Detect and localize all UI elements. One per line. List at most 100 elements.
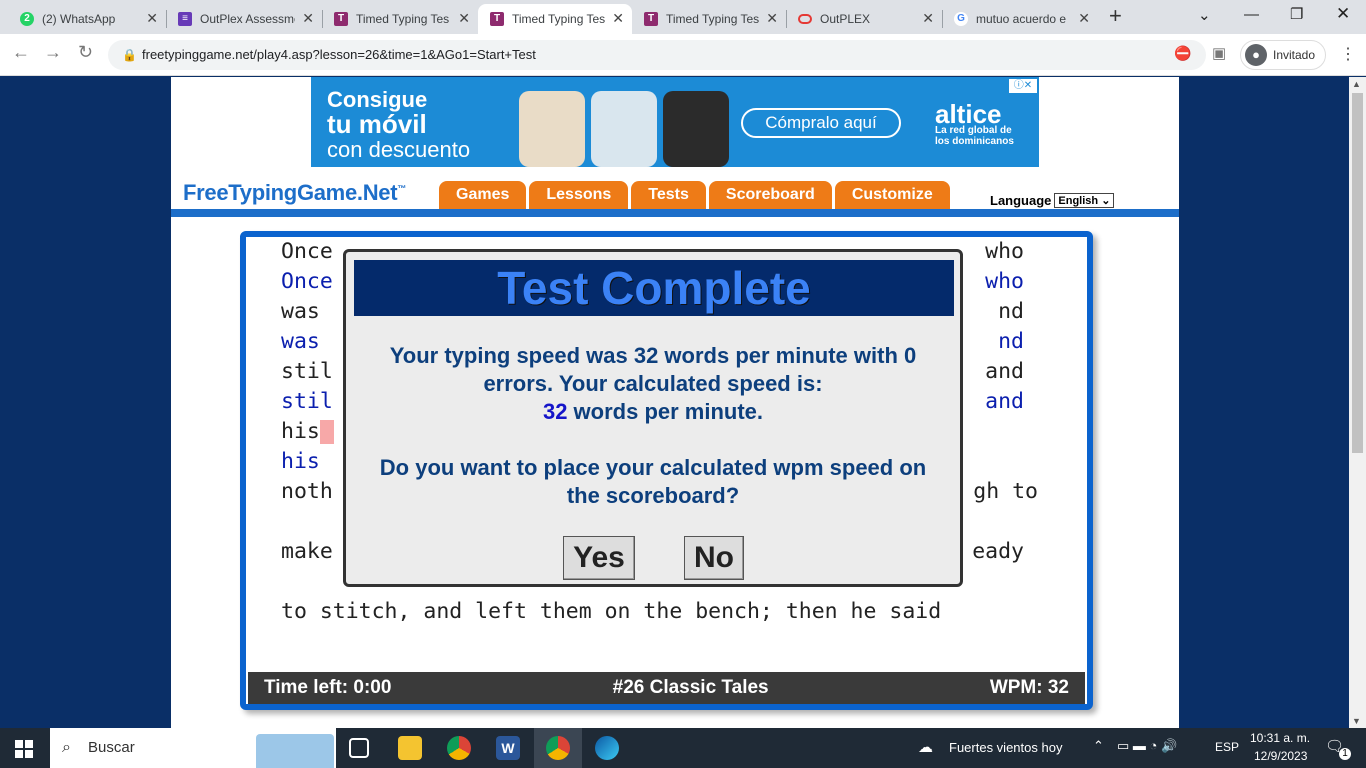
scroll-down-icon[interactable]: ▼ xyxy=(1352,716,1361,726)
whatsapp-icon: 2 xyxy=(20,12,34,26)
input-language[interactable]: ESP xyxy=(1215,740,1239,754)
menu-tests[interactable]: Tests xyxy=(631,181,706,209)
lock-icon[interactable]: 🔒 xyxy=(122,40,137,70)
new-tab-button[interactable]: + xyxy=(1109,3,1122,29)
file-explorer-icon[interactable] xyxy=(398,736,422,760)
t-icon: T xyxy=(334,12,348,26)
tab-outplex[interactable]: OutPLEX ✕ xyxy=(786,4,942,34)
status-bar: Time left: 0:00 #26 Classic Tales WPM: 3… xyxy=(248,672,1085,704)
menu-customize[interactable]: Customize xyxy=(834,181,950,209)
tab-label: Timed Typing Tes xyxy=(512,12,606,26)
typing-line: make xyxy=(281,539,333,564)
windows-taskbar: ⌕ Buscar W ☁ Fuertes vientos hoy ⌃ ▭ ▬ ◔… xyxy=(0,728,1366,768)
language-selector: Language English ⌄ xyxy=(990,193,1115,208)
tab-label: OutPlex Assessme xyxy=(200,12,295,26)
back-icon[interactable]: ← xyxy=(12,42,30,63)
ad-cta-button[interactable]: Cómpralo aquí xyxy=(741,108,901,138)
weather-icon[interactable]: ☁ xyxy=(918,738,933,756)
close-icon[interactable]: ✕ xyxy=(922,10,934,27)
chrome-icon[interactable] xyxy=(546,736,570,760)
close-window-button[interactable]: ✕ xyxy=(1336,4,1350,24)
typing-line: was xyxy=(281,299,320,324)
tab-search-chevron-icon[interactable]: ⌄ xyxy=(1198,6,1211,24)
blocked-popup-icon[interactable]: ⛔ xyxy=(1174,45,1191,62)
tab-google-search[interactable]: G mutuo acuerdo e ✕ xyxy=(942,4,1098,34)
phone-image xyxy=(663,91,729,167)
ad-headline: Consigue tu móvil xyxy=(327,87,428,139)
close-icon[interactable]: ✕ xyxy=(146,10,158,27)
task-view-icon[interactable] xyxy=(349,738,369,758)
windows-start-icon[interactable] xyxy=(15,740,33,758)
advertisement-banner[interactable]: Consigue tu móvil con descuento Cómpralo … xyxy=(311,77,1039,167)
tab-timed-typing-1[interactable]: T Timed Typing Tes ✕ xyxy=(322,4,478,34)
typing-line: was xyxy=(281,329,320,354)
typing-line-tail: nd xyxy=(998,329,1024,354)
close-icon[interactable]: ✕ xyxy=(1078,10,1090,27)
typing-line: stil xyxy=(281,359,333,384)
clock-date[interactable]: 12/9/2023 xyxy=(1254,749,1307,763)
typing-line: stil xyxy=(281,389,333,414)
typing-line-tail: and xyxy=(985,359,1024,384)
search-icon: ⌕ xyxy=(62,739,71,756)
tab-timed-typing-active[interactable]: T Timed Typing Tes ✕ xyxy=(478,4,632,34)
tab-outplex-assessment[interactable]: ≡ OutPlex Assessme ✕ xyxy=(166,4,322,34)
close-icon[interactable]: ✕ xyxy=(766,10,778,27)
chrome-icon[interactable] xyxy=(447,736,471,760)
main-menu: Games Lessons Tests Scoreboard Customize xyxy=(439,181,950,209)
minimize-button[interactable]: — xyxy=(1244,6,1259,23)
address-bar-row: ← → ↻ 🔒 freetypinggame.net/play4.asp?les… xyxy=(0,34,1366,76)
forms-icon: ≡ xyxy=(178,12,192,26)
outplex-icon xyxy=(798,14,812,24)
tab-label: mutuo acuerdo e xyxy=(976,12,1067,26)
search-highlight-image xyxy=(256,734,334,768)
system-tray-icons[interactable]: ▭ ▬ ◔ 🔊 xyxy=(1117,738,1177,754)
reload-icon[interactable]: ↻ xyxy=(78,42,93,63)
language-label: Language xyxy=(990,193,1052,208)
clock-time[interactable]: 10:31 a. m. xyxy=(1250,731,1310,745)
url-input[interactable]: 🔒 freetypinggame.net/play4.asp?lesson=26… xyxy=(108,40,1206,70)
typing-line-tail: who xyxy=(985,239,1024,264)
ad-subheadline: con descuento xyxy=(327,137,471,162)
no-button[interactable]: No xyxy=(684,536,744,580)
restore-button[interactable]: ❐ xyxy=(1290,5,1303,23)
ad-choices-icon[interactable]: ⓘ✕ xyxy=(1009,79,1037,93)
close-icon[interactable]: ✕ xyxy=(302,10,314,27)
forward-icon[interactable]: → xyxy=(44,42,62,63)
menu-scoreboard[interactable]: Scoreboard xyxy=(708,181,832,209)
typing-line: noth xyxy=(281,479,333,504)
ad-brand-tagline: La red global de los dominicanos xyxy=(935,125,1014,147)
menu-kebab-icon[interactable]: ⋮ xyxy=(1340,44,1356,64)
language-select[interactable]: English ⌄ xyxy=(1054,193,1115,208)
site-logo[interactable]: FreeTypingGame.Net™ xyxy=(183,180,406,206)
result-text: Your typing speed was 32 words per minut… xyxy=(389,343,917,424)
tab-timed-typing-3[interactable]: T Timed Typing Tes ✕ xyxy=(632,4,786,34)
typing-cursor xyxy=(319,420,334,444)
side-panel-icon[interactable]: ▣ xyxy=(1212,44,1226,62)
word-icon[interactable]: W xyxy=(496,736,520,760)
scroll-thumb[interactable] xyxy=(1352,93,1363,453)
chevron-up-icon[interactable]: ⌃ xyxy=(1093,738,1104,754)
dialog-title: Test Complete xyxy=(354,260,954,316)
close-icon[interactable]: ✕ xyxy=(458,10,470,27)
typing-line-tail: nd xyxy=(998,299,1024,324)
weather-text[interactable]: Fuertes vientos hoy xyxy=(949,740,1062,755)
test-complete-dialog: Test Complete Your typing speed was 32 w… xyxy=(343,249,963,587)
typing-line: his xyxy=(281,419,334,444)
edge-icon[interactable] xyxy=(595,736,619,760)
profile-button[interactable]: ● Invitado xyxy=(1240,40,1327,70)
wpm-readout: WPM: 32 xyxy=(989,677,1069,698)
typing-line-tail: eady xyxy=(972,539,1024,564)
menu-lessons[interactable]: Lessons xyxy=(529,181,629,209)
scroll-up-icon[interactable]: ▲ xyxy=(1352,79,1361,89)
menu-games[interactable]: Games xyxy=(439,181,527,209)
t-icon: T xyxy=(644,12,658,26)
yes-button[interactable]: Yes xyxy=(563,536,635,580)
tab-whatsapp[interactable]: 2 (2) WhatsApp ✕ xyxy=(8,4,166,34)
tab-label: (2) WhatsApp xyxy=(42,12,116,26)
tab-label: Timed Typing Tes xyxy=(666,12,760,26)
close-icon[interactable]: ✕ xyxy=(612,10,624,27)
page-scrollbar[interactable]: ▲ ▼ xyxy=(1349,77,1366,728)
taskbar-search[interactable]: ⌕ Buscar xyxy=(50,728,336,768)
tab-label: OutPLEX xyxy=(820,12,871,26)
tab-label: Timed Typing Tes xyxy=(356,12,450,26)
